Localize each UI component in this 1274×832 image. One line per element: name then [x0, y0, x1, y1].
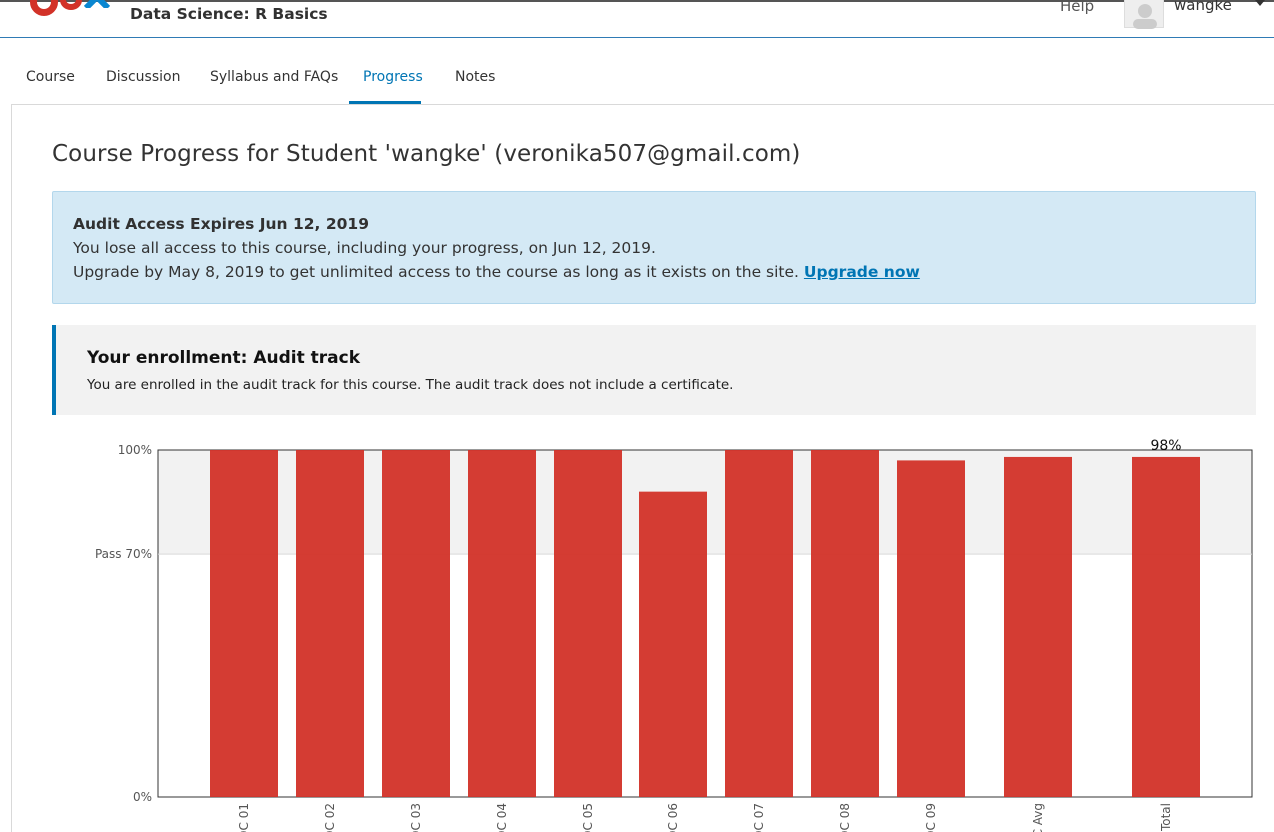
course-title: Data Science: R Basics [130, 5, 328, 23]
user-menu-chevron-down-icon[interactable] [1255, 0, 1265, 6]
upgrade-text: Upgrade by May 8, 2019 to get unlimited … [73, 263, 799, 281]
course-tabs: Course Discussion Syllabus and FAQs Prog… [12, 38, 1274, 105]
tab-notes[interactable]: Notes [455, 69, 495, 85]
page-title: Course Progress for Student 'wangke' (ve… [52, 141, 801, 167]
audit-message: You lose all access to this course, incl… [73, 239, 656, 257]
user-avatar[interactable] [1124, 0, 1164, 29]
upgrade-message: Upgrade by May 8, 2019 to get unlimited … [73, 263, 920, 281]
tab-course[interactable]: Course [26, 69, 75, 85]
enrollment-title: Your enrollment: Audit track [87, 348, 361, 368]
help-link[interactable]: Help [1060, 0, 1094, 15]
enrollment-status-box: Your enrollment: Audit track You are enr… [52, 325, 1256, 415]
site-header: Data Science: R Basics Help wangke [0, 0, 1274, 38]
upgrade-now-link[interactable]: Upgrade now [804, 263, 920, 281]
tab-progress[interactable]: Progress [363, 69, 423, 85]
audit-access-banner: Audit Access Expires Jun 12, 2019 You lo… [52, 191, 1256, 304]
enrollment-description: You are enrolled in the audit track for … [87, 377, 734, 393]
tab-discussion[interactable]: Discussion [106, 69, 180, 85]
audit-title: Audit Access Expires Jun 12, 2019 [73, 215, 369, 233]
username[interactable]: wangke [1174, 0, 1232, 14]
tab-syllabus-and-faqs[interactable]: Syllabus and FAQs [210, 69, 338, 85]
edx-logo[interactable] [30, 0, 112, 24]
